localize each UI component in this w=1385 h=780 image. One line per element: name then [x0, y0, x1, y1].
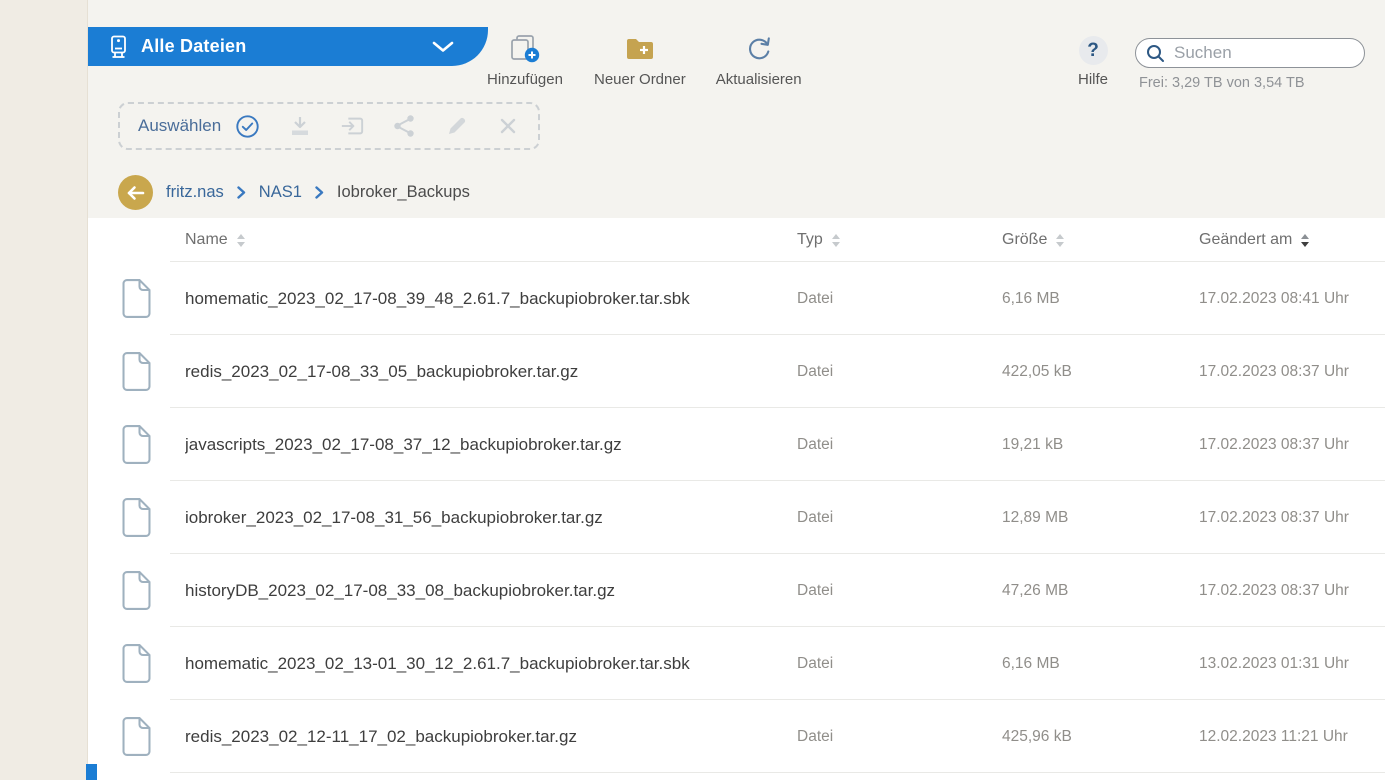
add-button-label: Hinzufügen [487, 71, 563, 88]
file-size: 422,05 kB [1002, 362, 1072, 380]
refresh-button-label: Aktualisieren [715, 71, 802, 88]
file-icon [88, 716, 185, 757]
file-name: homematic_2023_02_17-08_39_48_2.61.7_bac… [185, 288, 690, 308]
file-size: 19,21 kB [1002, 435, 1064, 453]
table-header: Name Typ Größe Geändert am [88, 218, 1385, 262]
file-type: Datei [797, 435, 834, 453]
table-body: homematic_2023_02_17-08_39_48_2.61.7_bac… [88, 262, 1385, 773]
file-modified: 17.02.2023 08:41 Uhr [1199, 289, 1349, 307]
file-modified: 17.02.2023 08:37 Uhr [1199, 435, 1349, 453]
search-area: Frei: 3,29 TB von 3,54 TB [1135, 38, 1365, 91]
file-name: historyDB_2023_02_17-08_33_08_backupiobr… [185, 580, 616, 600]
top-bar: Alle Dateien Hinzufügen Neuer Ordner Akt… [88, 0, 1385, 218]
breadcrumb-item-current: Iobroker_Backups [336, 183, 470, 201]
nas-device-icon [108, 35, 129, 59]
view-selector-tab[interactable]: Alle Dateien [88, 27, 488, 66]
selection-action-icons [288, 114, 520, 138]
file-row[interactable]: homematic_2023_02_13-01_30_12_2.61.7_bac… [88, 627, 1385, 700]
help-button-label: Hilfe [1077, 71, 1108, 88]
refresh-icon [746, 34, 772, 64]
column-header-groesse[interactable]: Größe [990, 231, 1187, 249]
file-table: Name Typ Größe Geändert am homematic_2023_0… [88, 218, 1385, 773]
chevron-down-icon [432, 41, 454, 53]
add-files-icon [508, 34, 542, 64]
select-button[interactable]: Auswählen [138, 116, 221, 136]
file-type: Datei [797, 727, 834, 745]
move-to-folder-icon[interactable] [340, 114, 364, 138]
chevron-right-icon [315, 186, 324, 199]
column-header-name[interactable]: Name [185, 231, 785, 249]
file-type: Datei [797, 654, 834, 672]
breadcrumb: fritz.nas NAS1 Iobroker_Backups [118, 175, 470, 210]
file-modified: 17.02.2023 08:37 Uhr [1199, 508, 1349, 526]
file-modified: 17.02.2023 08:37 Uhr [1199, 362, 1349, 380]
file-icon [88, 351, 185, 392]
file-type: Datei [797, 581, 834, 599]
search-input[interactable] [1135, 38, 1365, 68]
share-icon[interactable] [392, 114, 416, 138]
back-button[interactable] [118, 175, 153, 210]
sort-arrows-icon[interactable] [236, 233, 245, 247]
file-name: homematic_2023_02_13-01_30_12_2.61.7_bac… [185, 653, 690, 673]
arrow-left-icon [127, 185, 145, 200]
file-name: javascripts_2023_02_17-08_37_12_backupio… [185, 434, 622, 454]
sort-arrows-icon[interactable] [1301, 233, 1310, 247]
file-icon [88, 643, 185, 684]
new-folder-button[interactable]: Neuer Ordner [594, 34, 686, 88]
breadcrumb-item-nas1[interactable]: NAS1 [259, 183, 302, 202]
file-row[interactable]: homematic_2023_02_17-08_39_48_2.61.7_bac… [88, 262, 1385, 335]
file-name: redis_2023_02_12-11_17_02_backupiobroker… [185, 726, 577, 746]
toolbar-actions: Hinzufügen Neuer Ordner Aktualisieren [486, 34, 802, 88]
file-modified: 12.02.2023 11:21 Uhr [1199, 727, 1348, 745]
file-name: iobroker_2023_02_17-08_31_56_backupiobro… [185, 507, 603, 527]
edit-icon[interactable] [444, 114, 468, 138]
column-header-geaendert[interactable]: Geändert am [1187, 231, 1385, 249]
storage-free-label: Frei: 3,29 TB von 3,54 TB [1139, 75, 1305, 91]
file-row[interactable]: iobroker_2023_02_17-08_31_56_backupiobro… [88, 481, 1385, 554]
column-header-typ[interactable]: Typ [785, 231, 990, 249]
check-circle-icon[interactable] [235, 114, 260, 139]
file-modified: 13.02.2023 01:31 Uhr [1199, 654, 1349, 672]
file-modified: 17.02.2023 08:37 Uhr [1199, 581, 1349, 599]
help-button[interactable]: ? Hilfe [1068, 36, 1118, 88]
file-row[interactable]: redis_2023_02_12-11_17_02_backupiobroker… [88, 700, 1385, 773]
add-button[interactable]: Hinzufügen [486, 34, 564, 88]
chevron-right-icon [237, 186, 246, 199]
fritz-nas-app: Alle Dateien Hinzufügen Neuer Ordner Akt… [88, 0, 1385, 780]
file-name: redis_2023_02_17-08_33_05_backupiobroker… [185, 361, 579, 381]
selection-toolbar: Auswählen [118, 102, 540, 150]
file-type: Datei [797, 362, 834, 380]
file-row[interactable]: historyDB_2023_02_17-08_33_08_backupiobr… [88, 554, 1385, 627]
file-icon [88, 570, 185, 611]
file-size: 12,89 MB [1002, 508, 1069, 526]
file-icon [88, 424, 185, 465]
view-tab-label: Alle Dateien [141, 36, 247, 56]
file-type: Datei [797, 508, 834, 526]
refresh-button[interactable]: Aktualisieren [716, 34, 802, 88]
file-size: 425,96 kB [1002, 727, 1072, 745]
left-margin-strip [0, 0, 88, 780]
file-icon [88, 497, 185, 538]
file-row[interactable]: javascripts_2023_02_17-08_37_12_backupio… [88, 408, 1385, 481]
file-type: Datei [797, 289, 834, 307]
file-size: 6,16 MB [1002, 289, 1060, 307]
file-size: 6,16 MB [1002, 654, 1060, 672]
sort-arrows-icon[interactable] [831, 233, 840, 247]
download-icon[interactable] [288, 114, 312, 138]
new-folder-icon [625, 34, 655, 64]
delete-icon[interactable] [496, 114, 520, 138]
file-icon [88, 278, 185, 319]
help-icon: ? [1078, 36, 1108, 65]
breadcrumb-item-root[interactable]: fritz.nas [166, 183, 224, 202]
partial-bottom-element [86, 764, 97, 780]
sort-arrows-icon[interactable] [1056, 233, 1065, 247]
search-icon [1147, 45, 1164, 62]
file-size: 47,26 MB [1002, 581, 1069, 599]
file-row[interactable]: redis_2023_02_17-08_33_05_backupiobroker… [88, 335, 1385, 408]
new-folder-button-label: Neuer Ordner [594, 71, 686, 88]
